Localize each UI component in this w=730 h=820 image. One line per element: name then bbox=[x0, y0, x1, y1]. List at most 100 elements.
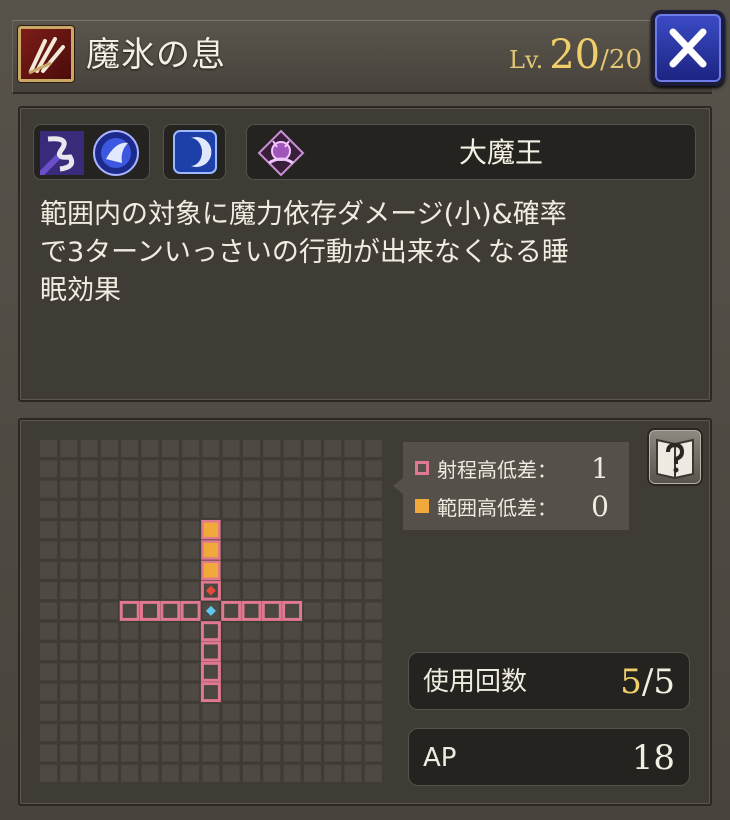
grid-tile bbox=[141, 480, 159, 498]
grid-tile bbox=[40, 663, 57, 681]
grid-tile bbox=[243, 724, 260, 742]
area-height-value: 0 bbox=[591, 489, 609, 523]
grid-tile bbox=[141, 764, 159, 782]
grid-tile bbox=[202, 440, 220, 457]
grid-tile bbox=[141, 683, 159, 701]
grid-tile bbox=[100, 521, 118, 539]
grid-tile bbox=[283, 440, 301, 457]
help-button[interactable] bbox=[647, 428, 703, 486]
grid-tile bbox=[364, 582, 382, 600]
grid-tile bbox=[222, 561, 240, 579]
grid-tile bbox=[303, 460, 321, 478]
grid-tile bbox=[121, 541, 139, 559]
grid-tile bbox=[324, 683, 342, 701]
close-button[interactable] bbox=[651, 10, 725, 86]
grid-tile bbox=[344, 744, 362, 762]
grid-tile bbox=[141, 561, 159, 579]
grid-tile bbox=[303, 541, 321, 559]
area-height-row: 範囲高低差： 0 bbox=[415, 486, 619, 526]
grid-tile bbox=[263, 703, 281, 721]
grid-tile bbox=[243, 683, 260, 701]
grid-tile bbox=[80, 521, 98, 539]
grid-tile bbox=[60, 602, 78, 620]
grid-tile bbox=[344, 561, 362, 579]
grid-tile bbox=[100, 561, 118, 579]
grid-tile bbox=[100, 703, 118, 721]
range-tile bbox=[200, 661, 221, 682]
grid-tile bbox=[161, 764, 179, 782]
grid-tile bbox=[141, 663, 159, 681]
grid-tile bbox=[40, 622, 57, 640]
grid-tile bbox=[182, 663, 200, 681]
grid-tile bbox=[364, 622, 382, 640]
range-tile bbox=[160, 600, 181, 621]
grid-tile bbox=[60, 724, 78, 742]
area-tile bbox=[201, 540, 221, 560]
grid-tile bbox=[303, 683, 321, 701]
grid-tile bbox=[344, 764, 362, 782]
grid-tile bbox=[121, 582, 139, 600]
grid-tile bbox=[263, 480, 281, 498]
range-tile bbox=[119, 600, 140, 621]
grid-tile bbox=[222, 683, 240, 701]
grid-tile bbox=[364, 683, 382, 701]
grid-tile bbox=[202, 764, 220, 782]
grid-tile bbox=[324, 521, 342, 539]
grid-tile bbox=[80, 724, 98, 742]
range-grid bbox=[40, 440, 382, 782]
grid-tile bbox=[324, 460, 342, 478]
grid-tile bbox=[344, 622, 362, 640]
height-difference-legend: 射程高低差： 1 範囲高低差： 0 bbox=[393, 442, 629, 530]
grid-tile bbox=[182, 561, 200, 579]
area-tile bbox=[201, 519, 221, 540]
grid-tile bbox=[222, 440, 240, 457]
uses-count-box: 使用回数 5/5 bbox=[408, 652, 690, 710]
grid-tile bbox=[324, 744, 342, 762]
area-height-label: 範囲高低差： bbox=[437, 495, 557, 520]
grid-tile bbox=[182, 703, 200, 721]
grid-tile bbox=[324, 561, 342, 579]
grid-tile bbox=[161, 440, 179, 457]
grid-tile bbox=[141, 622, 159, 640]
grid-tile bbox=[324, 500, 342, 518]
grid-tile bbox=[364, 663, 382, 681]
grid-tile bbox=[324, 643, 342, 660]
grid-tile bbox=[100, 460, 118, 478]
grid-tile bbox=[121, 663, 139, 681]
skill-description: 範囲内の対象に魔力依存ダメージ(小)&確率 で3ターンいっさいの行動が出来なくな… bbox=[40, 196, 688, 310]
grid-tile bbox=[121, 703, 139, 721]
demon-lord-emblem-icon bbox=[257, 129, 305, 177]
grid-tile bbox=[222, 500, 240, 518]
wind-gust-icon bbox=[40, 131, 84, 175]
grid-tile bbox=[283, 703, 301, 721]
grid-tile bbox=[141, 460, 159, 478]
grid-tile bbox=[303, 521, 321, 539]
grid-tile bbox=[121, 724, 139, 742]
range-tile bbox=[200, 641, 221, 662]
grid-tile bbox=[80, 582, 98, 600]
grid-tile bbox=[161, 480, 179, 498]
grid-tile bbox=[141, 582, 159, 600]
grid-tile bbox=[40, 744, 57, 762]
grid-tile bbox=[161, 663, 179, 681]
grid-tile bbox=[263, 460, 281, 478]
grid-tile bbox=[344, 500, 362, 518]
grid-tile bbox=[60, 683, 78, 701]
grid-tile bbox=[222, 724, 240, 742]
grid-tile bbox=[60, 622, 78, 640]
grid-tile bbox=[263, 764, 281, 782]
grid-tile bbox=[141, 440, 159, 457]
grid-tile bbox=[161, 500, 179, 518]
grid-tile bbox=[263, 500, 281, 518]
grid-tile bbox=[303, 582, 321, 600]
grid-tile bbox=[303, 703, 321, 721]
grid-tile bbox=[344, 541, 362, 559]
grid-tile bbox=[60, 663, 78, 681]
grid-tile bbox=[364, 744, 382, 762]
grid-tile bbox=[80, 663, 98, 681]
grid-tile bbox=[100, 744, 118, 762]
grid-tile bbox=[283, 663, 301, 681]
grid-tile bbox=[161, 541, 179, 559]
grid-tile bbox=[324, 724, 342, 742]
range-tile bbox=[282, 600, 303, 621]
